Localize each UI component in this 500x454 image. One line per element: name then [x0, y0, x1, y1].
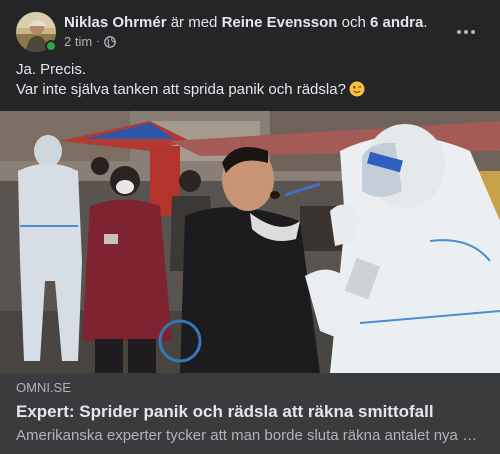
more-dot	[471, 30, 475, 34]
feed-post: Niklas Ohrmér är med Reine Evensson och …	[0, 0, 500, 454]
post-text-line-2: Var inte själva tanken att sprida panik …	[16, 80, 484, 100]
news-photo	[0, 111, 500, 373]
more-options-button[interactable]	[448, 14, 484, 50]
more-dot	[464, 30, 468, 34]
link-title[interactable]: Expert: Sprider panik och rädsla att räk…	[16, 401, 484, 422]
author-name[interactable]: Niklas Ohrmér	[64, 14, 167, 31]
post-author-line: Niklas Ohrmér är med Reine Evensson och …	[64, 13, 444, 32]
and-text: och	[341, 14, 366, 31]
link-domain: OMNI.SE	[16, 380, 71, 395]
post-text: Ja. Precis. Var inte själva tanken att s…	[16, 60, 484, 100]
with-text: är med	[170, 14, 218, 31]
separator-dot: ·	[96, 36, 100, 47]
more-dot	[457, 30, 461, 34]
link-preview-image[interactable]	[0, 111, 500, 373]
post-text-line-2-content: Var inte själva tanken att sprida panik …	[16, 81, 346, 98]
post-meta: Niklas Ohrmér är med Reine Evensson och …	[64, 13, 444, 50]
link-preview-box[interactable]: OMNI.SE Expert: Sprider panik och rädsla…	[0, 373, 500, 454]
author-avatar[interactable]	[16, 12, 57, 52]
period: .	[423, 14, 428, 31]
winking-face-emoji-icon	[349, 81, 365, 97]
post-timestamp[interactable]: 2 tim	[64, 34, 92, 50]
globe-icon[interactable]	[103, 36, 116, 48]
post-text-line-1: Ja. Precis.	[16, 61, 87, 78]
post-header: Niklas Ohrmér är med Reine Evensson och …	[16, 12, 484, 54]
others-link[interactable]: 6 andra	[370, 14, 423, 31]
link-description: Amerikanska experter tycker att man bord…	[16, 427, 484, 444]
tagged-person[interactable]: Reine Evensson	[222, 14, 338, 31]
online-status-dot	[45, 40, 57, 52]
post-time-line: 2 tim ·	[64, 34, 444, 50]
